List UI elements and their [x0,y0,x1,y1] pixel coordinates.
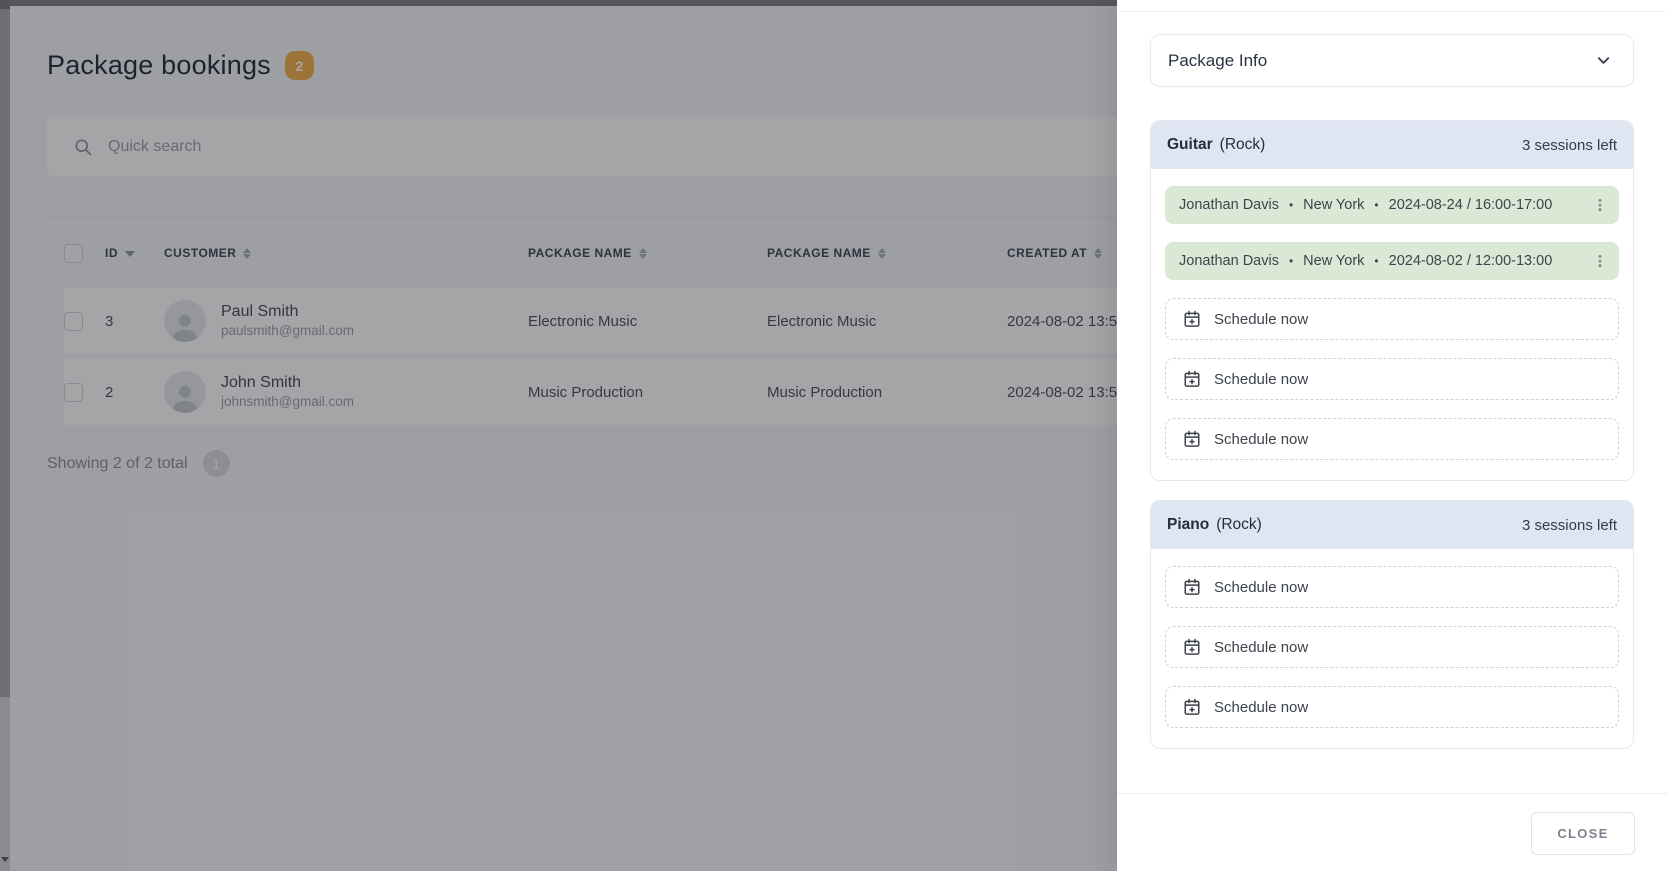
schedule-now-button[interactable]: Schedule now [1165,566,1619,608]
scrollbar-top-button[interactable] [0,0,10,9]
page-scrollbar[interactable] [0,0,10,871]
package-section-header: Piano (Rock) 3 sessions left [1151,501,1633,549]
chevron-down-icon[interactable] [1594,51,1613,70]
scrollbar-thumb[interactable] [0,9,10,697]
schedule-now-button[interactable]: Schedule now [1165,358,1619,400]
separator-dot: • [1289,254,1293,268]
package-section-header: Guitar (Rock) 3 sessions left [1151,121,1633,169]
calendar-plus-icon [1183,578,1201,596]
booking-teacher: Jonathan Davis [1179,253,1279,269]
instrument-name: Piano [1167,516,1209,533]
booking-time: 2024-08-24 / 16:00-17:00 [1389,197,1553,213]
drawer-body: Package Info Guitar (Rock) 3 sessions lef… [1117,34,1667,749]
scrollbar-down-arrow-icon[interactable] [1,857,9,862]
booking-actions-button[interactable] [1587,248,1613,274]
drawer-footer: CLOSE [1117,793,1667,871]
booked-session: Jonathan Davis • New York • 2024-08-24 /… [1165,186,1619,224]
schedule-now-button[interactable]: Schedule now [1165,298,1619,340]
calendar-plus-icon [1183,310,1201,328]
package-info-accordion[interactable]: Package Info [1150,34,1634,87]
package-section-piano: Piano (Rock) 3 sessions left Schedule now [1150,500,1634,749]
schedule-now-button[interactable]: Schedule now [1165,626,1619,668]
calendar-plus-icon [1183,370,1201,388]
separator-dot: • [1289,198,1293,212]
calendar-plus-icon [1183,430,1201,448]
booked-session: Jonathan Davis • New York • 2024-08-02 /… [1165,242,1619,280]
package-info-drawer: Package Info Guitar (Rock) 3 sessions lef… [1117,0,1667,871]
booking-time: 2024-08-02 / 12:00-13:00 [1389,253,1553,269]
close-button[interactable]: CLOSE [1531,812,1635,855]
calendar-plus-icon [1183,638,1201,656]
booking-location: New York [1303,253,1364,269]
booking-actions-button[interactable] [1587,192,1613,218]
drawer-top-divider [1117,11,1667,12]
separator-dot: • [1374,198,1378,212]
separator-dot: • [1374,254,1378,268]
calendar-plus-icon [1183,698,1201,716]
booking-teacher: Jonathan Davis [1179,197,1279,213]
schedule-now-button[interactable]: Schedule now [1165,418,1619,460]
genre-label: (Rock) [1216,516,1262,533]
kebab-menu-icon [1592,197,1608,213]
instrument-name: Guitar [1167,136,1213,153]
sessions-left-label: 3 sessions left [1522,517,1617,534]
package-section-guitar: Guitar (Rock) 3 sessions left Jonathan Da… [1150,120,1634,481]
booking-location: New York [1303,197,1364,213]
sessions-left-label: 3 sessions left [1522,137,1617,154]
genre-label: (Rock) [1220,136,1266,153]
accordion-title: Package Info [1168,51,1267,71]
app-viewport: Package bookings 2 ID CUSTOMER [0,0,1667,871]
kebab-menu-icon [1592,253,1608,269]
schedule-now-button[interactable]: Schedule now [1165,686,1619,728]
